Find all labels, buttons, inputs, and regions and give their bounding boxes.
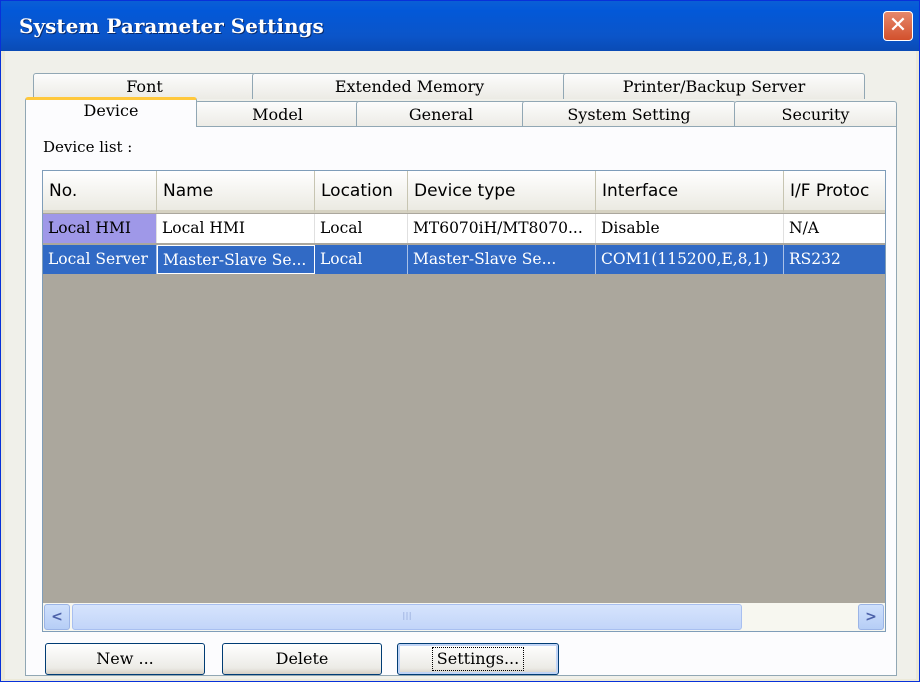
delete-button[interactable]: Delete	[222, 643, 382, 675]
settings-button[interactable]: Settings...	[397, 643, 559, 675]
row-cell-name: Master-Slave Se...	[157, 245, 315, 274]
row-cell-no: Local HMI	[43, 214, 157, 243]
tab-extended-memory[interactable]: Extended Memory	[252, 73, 567, 99]
tab-device[interactable]: Device	[25, 97, 197, 127]
row-cell-interface: COM1(115200,E,8,1)	[596, 245, 784, 274]
column-header-location[interactable]: Location	[315, 171, 408, 213]
row-cell-name: Local HMI	[157, 214, 315, 243]
row-cell-no: Local Server	[43, 245, 157, 274]
device-list-label: Device list :	[43, 138, 133, 156]
row-cell-if-protocol: N/A	[784, 214, 885, 243]
settings-button-label: Settings...	[431, 647, 525, 671]
row-cell-location: Local	[315, 245, 408, 274]
column-header-device-type[interactable]: Device type	[408, 171, 596, 213]
column-header-if-protocol[interactable]: I/F Protoc	[784, 171, 885, 213]
tab-system-setting[interactable]: System Setting	[522, 101, 736, 127]
row-cell-location: Local	[315, 214, 408, 243]
tab-general[interactable]: General	[356, 101, 526, 127]
row-cell-interface: Disable	[596, 214, 784, 243]
device-list[interactable]: No. Name Location Device type Interface …	[42, 170, 886, 632]
tab-font[interactable]: Font	[33, 73, 256, 99]
tab-printer-backup-server[interactable]: Printer/Backup Server	[563, 73, 865, 99]
horizontal-scrollbar[interactable]: < III >	[43, 603, 885, 631]
close-icon[interactable]: ✕	[883, 11, 913, 41]
scroll-right-icon[interactable]: >	[858, 604, 884, 630]
scroll-left-icon[interactable]: <	[44, 604, 70, 630]
tab-security[interactable]: Security	[734, 101, 897, 127]
window-title: System Parameter Settings	[19, 14, 324, 38]
column-header-name[interactable]: Name	[157, 171, 315, 213]
column-header-no[interactable]: No.	[43, 171, 157, 213]
row-cell-device-type: Master-Slave Se...	[408, 245, 596, 274]
new-button[interactable]: New ...	[45, 643, 205, 675]
tab-model[interactable]: Model	[195, 101, 360, 127]
scrollbar-thumb[interactable]: III	[72, 604, 742, 630]
row-cell-device-type: MT6070iH/MT8070...	[408, 214, 596, 243]
row-cell-if-protocol: RS232	[784, 245, 885, 274]
column-header-interface[interactable]: Interface	[596, 171, 784, 213]
title-bar[interactable]: System Parameter Settings ✕	[1, 1, 919, 51]
